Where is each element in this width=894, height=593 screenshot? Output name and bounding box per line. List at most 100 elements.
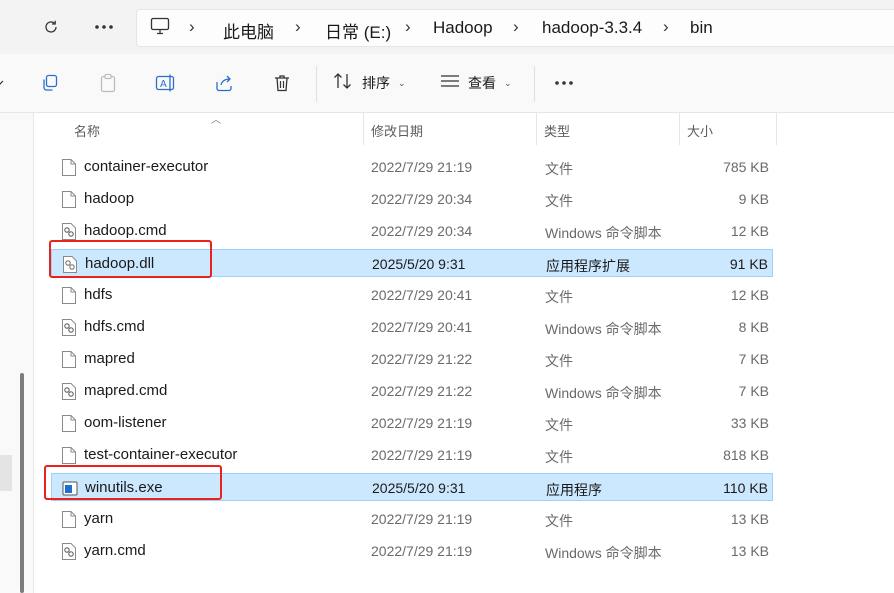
- file-name: yarn.cmd: [84, 542, 146, 559]
- file-size: 33 KB: [730, 415, 769, 431]
- file-list: ︿ 名称 修改日期 类型 大小 container-executor 2022/7…: [33, 113, 894, 593]
- file-icon: [61, 446, 77, 465]
- file-type: 应用程序扩展: [546, 258, 630, 274]
- file-name: container-executor: [84, 158, 209, 175]
- breadcrumb-this-pc[interactable]: 此电脑: [223, 18, 274, 43]
- refresh-icon[interactable]: [38, 14, 64, 40]
- file-size: 818 KB: [723, 447, 769, 463]
- file-name: yarn: [84, 510, 114, 527]
- column-header: ︿ 名称 修改日期 类型 大小: [34, 113, 894, 145]
- file-type: Windows 命令脚本: [545, 321, 662, 337]
- file-type: Windows 命令脚本: [545, 225, 662, 241]
- file-size: 785 KB: [723, 159, 769, 175]
- script-icon: [61, 222, 77, 241]
- file-size: 13 KB: [730, 511, 769, 527]
- file-size: 8 KB: [738, 319, 769, 335]
- file-icon: [61, 414, 77, 433]
- copy-icon[interactable]: [40, 70, 60, 96]
- file-size: 7 KB: [738, 383, 769, 399]
- delete-icon[interactable]: [272, 70, 292, 96]
- file-modified-date: 2025/5/20 9:31: [372, 256, 466, 272]
- file-modified-date: 2022/7/29 21:19: [371, 447, 473, 463]
- file-icon: [61, 286, 77, 305]
- file-row[interactable]: hdfs 2022/7/29 20:41 文件 12 KB: [51, 281, 773, 309]
- breadcrumb-drive-e[interactable]: 日常 (E:): [325, 18, 391, 43]
- file-modified-date: 2022/7/29 21:19: [371, 511, 473, 527]
- file-row[interactable]: yarn 2022/7/29 21:19 文件 13 KB: [51, 505, 773, 533]
- file-modified-date: 2022/7/29 21:19: [371, 415, 473, 431]
- nav-scrollbar[interactable]: [20, 373, 24, 593]
- breadcrumb-hadoop-version[interactable]: hadoop-3.3.4: [542, 18, 642, 38]
- rename-icon[interactable]: A: [155, 70, 177, 96]
- sort-label: 排序: [362, 75, 390, 91]
- view-icon: [440, 73, 460, 94]
- file-name: mapred.cmd: [84, 382, 168, 399]
- file-icon: [61, 350, 77, 369]
- view-label: 查看: [468, 75, 496, 91]
- file-name: mapred: [84, 350, 135, 367]
- chevron-right-icon: ›: [663, 17, 669, 36]
- file-name: hdfs.cmd: [84, 318, 145, 335]
- view-button[interactable]: 查看 ⌄: [440, 70, 512, 96]
- address-bar: › 此电脑 › 日常 (E:) › Hadoop › hadoop-3.3.4 …: [0, 0, 894, 54]
- file-modified-date: 2022/7/29 20:34: [371, 191, 473, 207]
- column-name[interactable]: 名称: [74, 121, 100, 140]
- highlight-box-winutils-exe: [44, 465, 222, 500]
- file-size: 110 KB: [723, 480, 768, 496]
- file-size: 7 KB: [738, 351, 769, 367]
- file-row[interactable]: mapred.cmd 2022/7/29 21:22 Windows 命令脚本 7 K…: [51, 377, 773, 405]
- file-name: hdfs: [84, 286, 113, 303]
- command-bar: A 排序 ⌄ 查看 ⌄: [0, 54, 894, 113]
- column-divider[interactable]: [363, 113, 364, 145]
- file-type: 文件: [545, 161, 573, 177]
- file-type: 文件: [545, 513, 573, 529]
- file-type: 文件: [545, 193, 573, 209]
- file-icon: [61, 510, 77, 529]
- file-row[interactable]: hdfs.cmd 2022/7/29 20:41 Windows 命令脚本 8 KB: [51, 313, 773, 341]
- nav-item-highlight[interactable]: [0, 455, 12, 491]
- file-size: 13 KB: [730, 543, 769, 559]
- file-modified-date: 2022/7/29 20:41: [371, 319, 473, 335]
- file-type: 文件: [545, 417, 573, 433]
- paste-icon[interactable]: [98, 70, 118, 96]
- file-row[interactable]: yarn.cmd 2022/7/29 21:19 Windows 命令脚本 13 KB: [51, 537, 773, 565]
- more-icon[interactable]: [90, 14, 118, 40]
- chevron-right-icon: ›: [189, 17, 195, 36]
- breadcrumb-hadoop[interactable]: Hadoop: [433, 18, 493, 38]
- file-row[interactable]: container-executor 2022/7/29 21:19 文件 785 K…: [51, 153, 773, 181]
- breadcrumb-bin[interactable]: bin: [690, 18, 713, 38]
- file-icon: [61, 190, 77, 209]
- file-modified-date: 2022/7/29 21:22: [371, 351, 473, 367]
- column-divider[interactable]: [536, 113, 537, 145]
- highlight-box-hadoop-dll: [49, 240, 212, 278]
- navigation-pane: [0, 113, 30, 593]
- script-icon: [61, 318, 77, 337]
- script-icon: [61, 382, 77, 401]
- file-name: hadoop: [84, 190, 135, 207]
- file-modified-date: 2022/7/29 21:22: [371, 383, 473, 399]
- chevron-right-icon: ›: [405, 17, 411, 36]
- file-row[interactable]: oom-listener 2022/7/29 21:19 文件 33 KB: [51, 409, 773, 437]
- file-modified-date: 2022/7/29 21:19: [371, 159, 473, 175]
- file-name: test-container-executor: [84, 446, 238, 463]
- file-name: oom-listener: [84, 414, 167, 431]
- file-modified-date: 2022/7/29 20:34: [371, 223, 473, 239]
- computer-icon[interactable]: [150, 17, 170, 40]
- file-type: 文件: [545, 353, 573, 369]
- more-options-icon[interactable]: [554, 70, 574, 96]
- breadcrumb[interactable]: › 此电脑 › 日常 (E:) › Hadoop › hadoop-3.3.4 …: [136, 9, 894, 47]
- file-size: 9 KB: [738, 191, 769, 207]
- share-icon[interactable]: [214, 70, 234, 96]
- column-type[interactable]: 类型: [544, 121, 570, 140]
- new-dropdown-icon[interactable]: [0, 70, 4, 96]
- file-row[interactable]: mapred 2022/7/29 21:22 文件 7 KB: [51, 345, 773, 373]
- column-modified[interactable]: 修改日期: [371, 121, 423, 140]
- file-modified-date: 2022/7/29 21:19: [371, 543, 473, 559]
- column-divider[interactable]: [776, 113, 777, 145]
- column-size[interactable]: 大小: [687, 121, 713, 140]
- file-row[interactable]: hadoop 2022/7/29 20:34 文件 9 KB: [51, 185, 773, 213]
- column-divider[interactable]: [679, 113, 680, 145]
- toolbar-divider: [534, 66, 535, 102]
- script-icon: [61, 542, 77, 561]
- sort-button[interactable]: 排序 ⌄: [332, 70, 406, 96]
